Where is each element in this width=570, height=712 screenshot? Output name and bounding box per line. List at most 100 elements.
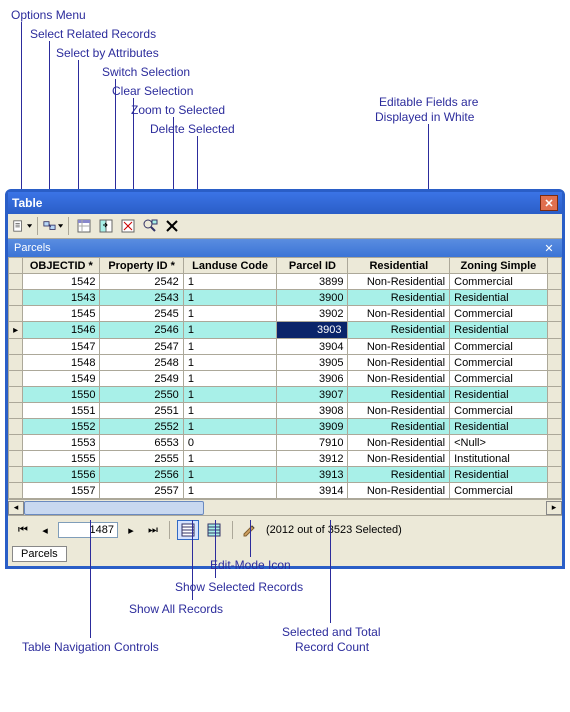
cell-residential[interactable]: Residential — [348, 467, 450, 483]
cell-propertyid[interactable]: 2548 — [100, 355, 183, 371]
nav-first-button[interactable]: ⏮ — [14, 521, 32, 539]
cell-landuse[interactable]: 1 — [183, 322, 277, 339]
cell-residential[interactable]: Residential — [348, 290, 450, 306]
table-row[interactable]: 1545254513902Non-ResidentialCommercial — [9, 306, 562, 322]
cell-propertyid[interactable]: 2545 — [100, 306, 183, 322]
cell-parcelid[interactable]: 3909 — [277, 419, 348, 435]
cell-propertyid[interactable]: 2549 — [100, 371, 183, 387]
cell-objectid[interactable]: 1550 — [23, 387, 100, 403]
cell-landuse[interactable]: 1 — [183, 306, 277, 322]
scroll-right-button[interactable]: ▸ — [546, 501, 562, 515]
cell-zoning[interactable]: Residential — [450, 387, 548, 403]
cell-zoning[interactable]: <Null> — [450, 435, 548, 451]
table-row[interactable]: 1547254713904Non-ResidentialCommercial — [9, 339, 562, 355]
clear-selection-button[interactable] — [118, 216, 138, 236]
attribute-table[interactable]: OBJECTID * Property ID * Landuse Code Pa… — [8, 257, 562, 499]
cell-residential[interactable]: Non-Residential — [348, 403, 450, 419]
cell-zoning[interactable]: Commercial — [450, 355, 548, 371]
row-selector[interactable] — [9, 322, 23, 339]
switch-selection-button[interactable] — [96, 216, 116, 236]
cell-zoning[interactable]: Residential — [450, 419, 548, 435]
cell-residential[interactable]: Residential — [348, 322, 450, 339]
cell-landuse[interactable]: 1 — [183, 371, 277, 387]
cell-objectid[interactable]: 1543 — [23, 290, 100, 306]
cell-zoning[interactable]: Institutional — [450, 451, 548, 467]
row-selector[interactable] — [9, 355, 23, 371]
cell-propertyid[interactable]: 2543 — [100, 290, 183, 306]
row-selector[interactable] — [9, 451, 23, 467]
select-related-records-button[interactable] — [43, 216, 63, 236]
cell-landuse[interactable]: 1 — [183, 403, 277, 419]
cell-propertyid[interactable]: 2550 — [100, 387, 183, 403]
tab-parcels[interactable]: Parcels — [12, 546, 67, 562]
cell-landuse[interactable]: 1 — [183, 274, 277, 290]
cell-parcelid[interactable]: 3914 — [277, 483, 348, 499]
table-row[interactable]: 1543254313900ResidentialResidential — [9, 290, 562, 306]
col-objectid[interactable]: OBJECTID * — [23, 258, 100, 274]
cell-objectid[interactable]: 1556 — [23, 467, 100, 483]
nav-prev-button[interactable]: ◂ — [36, 521, 54, 539]
cell-objectid[interactable]: 1553 — [23, 435, 100, 451]
cell-objectid[interactable]: 1545 — [23, 306, 100, 322]
scroll-left-button[interactable]: ◂ — [8, 501, 24, 515]
row-selector[interactable] — [9, 371, 23, 387]
cell-objectid[interactable]: 1547 — [23, 339, 100, 355]
row-selector[interactable] — [9, 387, 23, 403]
row-selector[interactable] — [9, 403, 23, 419]
cell-propertyid[interactable]: 2551 — [100, 403, 183, 419]
table-row[interactable]: 1553655307910Non-Residential<Null> — [9, 435, 562, 451]
col-parcelid[interactable]: Parcel ID — [277, 258, 348, 274]
cell-propertyid[interactable]: 2546 — [100, 322, 183, 339]
cell-parcelid[interactable]: 3913 — [277, 467, 348, 483]
row-selector[interactable] — [9, 290, 23, 306]
cell-residential[interactable]: Residential — [348, 419, 450, 435]
cell-landuse[interactable]: 1 — [183, 290, 277, 306]
table-row[interactable]: 1549254913906Non-ResidentialCommercial — [9, 371, 562, 387]
cell-zoning[interactable]: Residential — [450, 290, 548, 306]
table-row[interactable]: 1550255013907ResidentialResidential — [9, 387, 562, 403]
cell-propertyid[interactable]: 2557 — [100, 483, 183, 499]
table-row[interactable]: 154625461ResidentialResidential — [9, 322, 562, 339]
cell-zoning[interactable]: Commercial — [450, 483, 548, 499]
cell-landuse[interactable]: 1 — [183, 451, 277, 467]
cell-residential[interactable]: Non-Residential — [348, 451, 450, 467]
cell-objectid[interactable]: 1555 — [23, 451, 100, 467]
cell-edit-input[interactable] — [281, 323, 343, 337]
table-row[interactable]: 1555255513912Non-ResidentialInstitutiona… — [9, 451, 562, 467]
table-row[interactable]: 1551255113908Non-ResidentialCommercial — [9, 403, 562, 419]
row-selector[interactable] — [9, 339, 23, 355]
cell-zoning[interactable]: Commercial — [450, 403, 548, 419]
cell-parcelid[interactable]: 3907 — [277, 387, 348, 403]
cell-parcelid[interactable]: 3905 — [277, 355, 348, 371]
cell-landuse[interactable]: 1 — [183, 419, 277, 435]
cell-landuse[interactable]: 0 — [183, 435, 277, 451]
show-all-records-button[interactable] — [177, 520, 199, 540]
options-menu-button[interactable] — [12, 216, 32, 236]
cell-objectid[interactable]: 1557 — [23, 483, 100, 499]
cell-objectid[interactable]: 1549 — [23, 371, 100, 387]
col-zoning[interactable]: Zoning Simple — [450, 258, 548, 274]
row-selector[interactable] — [9, 419, 23, 435]
cell-residential[interactable]: Residential — [348, 387, 450, 403]
cell-propertyid[interactable]: 2547 — [100, 339, 183, 355]
window-close-button[interactable]: ✕ — [540, 195, 558, 211]
row-selector[interactable] — [9, 483, 23, 499]
cell-landuse[interactable]: 1 — [183, 339, 277, 355]
nav-next-button[interactable]: ▸ — [122, 521, 140, 539]
cell-landuse[interactable]: 1 — [183, 467, 277, 483]
edit-mode-icon[interactable] — [240, 521, 258, 539]
cell-zoning[interactable]: Residential — [450, 467, 548, 483]
cell-propertyid[interactable]: 2555 — [100, 451, 183, 467]
select-by-attributes-button[interactable] — [74, 216, 94, 236]
cell-parcelid[interactable]: 7910 — [277, 435, 348, 451]
cell-objectid[interactable]: 1551 — [23, 403, 100, 419]
cell-residential[interactable]: Non-Residential — [348, 371, 450, 387]
cell-zoning[interactable]: Residential — [450, 322, 548, 339]
cell-parcelid[interactable]: 3902 — [277, 306, 348, 322]
cell-zoning[interactable]: Commercial — [450, 371, 548, 387]
cell-residential[interactable]: Non-Residential — [348, 339, 450, 355]
cell-residential[interactable]: Non-Residential — [348, 355, 450, 371]
cell-zoning[interactable]: Commercial — [450, 339, 548, 355]
row-selector[interactable] — [9, 435, 23, 451]
delete-selected-button[interactable] — [162, 216, 182, 236]
